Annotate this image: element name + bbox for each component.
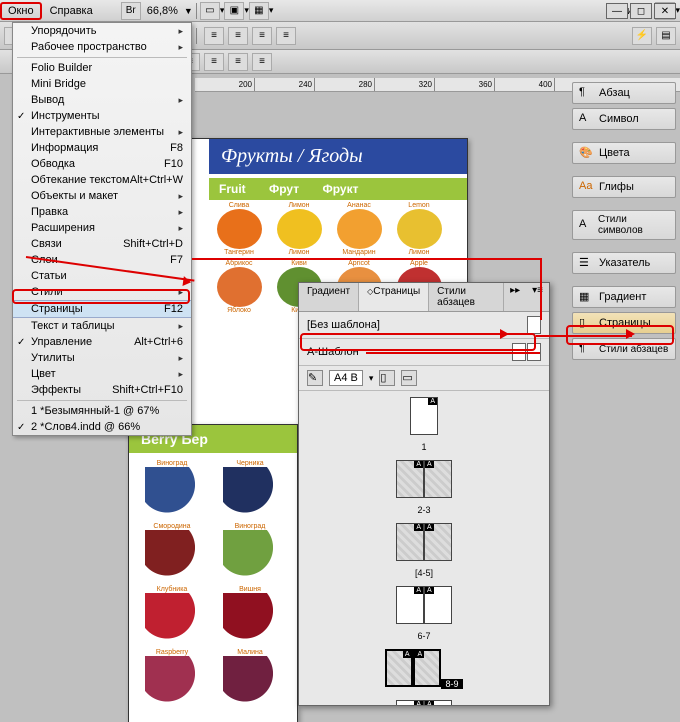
mi-color[interactable]: Цвет [13, 366, 191, 382]
page-spread[interactable]: AA2-3 [299, 460, 549, 515]
panel-glyphs[interactable]: AaГлифы [572, 176, 676, 198]
mi-control[interactable]: УправлениеAlt+Ctrl+6 [13, 334, 191, 350]
mi-arrange[interactable]: Упорядочить [13, 23, 191, 39]
mi-workspace[interactable]: Рабочее пространство [13, 39, 191, 55]
mi-pages[interactable]: СтраницыF12 [13, 300, 191, 318]
mi-doc2[interactable]: 2 *Слов4.indd @ 66% [13, 419, 191, 435]
fruit-bar: Fruit Фрут Фрукт [209, 178, 467, 200]
align-right-icon[interactable]: ≡ [252, 27, 272, 45]
mi-links[interactable]: СвязиShift+Ctrl+D [13, 236, 191, 252]
mi-extensions[interactable]: Расширения [13, 220, 191, 236]
berry-cell: Клубника [133, 583, 211, 646]
page-spread[interactable]: AA8-9 [299, 649, 549, 692]
size-edit-icon[interactable]: ✎ [307, 370, 323, 386]
window-dropdown: Упорядочить Рабочее пространство Folio B… [12, 22, 192, 436]
page-size-row: ✎ A4 В ▾ ▯ ▭ [299, 366, 549, 391]
window-controls: — ◻ ✕ [606, 3, 676, 19]
berry-cell: Вишня [211, 583, 289, 646]
align5-icon[interactable]: ≡ [252, 53, 272, 71]
document-page-2[interactable]: Berry Бер ВиноградЧерникаСмородинаВиногр… [128, 424, 298, 722]
panel-paragraph[interactable]: ¶Абзац [572, 82, 676, 104]
annotation-arrow [536, 335, 632, 337]
berry-cell: Виноград [133, 457, 211, 520]
tab-pages[interactable]: ◇Страницы [359, 283, 429, 311]
menu-help[interactable]: Справка [42, 3, 101, 19]
close-button[interactable]: ✕ [654, 3, 676, 19]
mi-objects[interactable]: Объекты и макет [13, 188, 191, 204]
page-spread[interactable]: AA[4-5] [299, 523, 549, 578]
page-size-select[interactable]: A4 В [329, 370, 363, 386]
panel-dock: ¶Абзац AСимвол 🎨Цвета AaГлифы AСтили сим… [572, 82, 676, 364]
berry-cell: Черника [211, 457, 289, 520]
bridge-icon[interactable]: Br [121, 2, 141, 20]
panel-character[interactable]: AСимвол [572, 108, 676, 130]
berry-cell: Смородина [133, 520, 211, 583]
tab-para-styles[interactable]: Стили абзацев [429, 283, 504, 311]
panel-para-styles[interactable]: ¶Стили абзацев [572, 338, 676, 360]
mi-tools[interactable]: Инструменты [13, 108, 191, 124]
zoom-level[interactable]: 66,8% [141, 5, 184, 17]
mi-styles[interactable]: Стили [13, 284, 191, 300]
pages-thumbnails[interactable]: A1 AA2-3 AA[4-5] AA6-7 AA8-9 AA10-11 [299, 391, 549, 705]
fruit-cell: АнанасМандарин [329, 200, 389, 258]
view-mode-icon[interactable]: ▭ [200, 2, 220, 20]
mi-interactive[interactable]: Интерактивные элементы [13, 124, 191, 140]
panel-pages[interactable]: ▯Страницы [572, 312, 676, 334]
menubar: Окно Справка Br 66,8% ▼ ▭ ▾ ▣ ▾ ▦ ▾ Книг… [0, 0, 680, 22]
align4-icon[interactable]: ≡ [228, 53, 248, 71]
page-spread[interactable]: A1 [299, 397, 549, 452]
pages-panel-tabs: Градиент ◇Страницы Стили абзацев ▸▸ ▾≡ [299, 283, 549, 312]
mi-folio[interactable]: Folio Builder [13, 60, 191, 76]
mi-effects[interactable]: ЭффектыShift+Ctrl+F10 [13, 382, 191, 398]
panel-menu-icon[interactable]: ▤ [656, 27, 676, 45]
mi-info[interactable]: ИнформацияF8 [13, 140, 191, 156]
page-banner: Фрукты / Ягоды [209, 139, 467, 174]
mi-minibridge[interactable]: Mini Bridge [13, 76, 191, 92]
mi-textwrap[interactable]: Обтекание текстомAlt+Ctrl+W [13, 172, 191, 188]
pages-panel: Градиент ◇Страницы Стили абзацев ▸▸ ▾≡ [… [298, 282, 550, 706]
fruit-cell: ЛимонЛимон [269, 200, 329, 258]
orient-landscape-icon[interactable]: ▭ [401, 370, 417, 386]
align-justify-icon[interactable]: ≡ [276, 27, 296, 45]
panel-collapse-icon[interactable]: ▸▸ [504, 283, 526, 311]
mi-doc1[interactable]: 1 *Безымянный-1 @ 67% [13, 403, 191, 419]
panel-index[interactable]: ☰Указатель [572, 252, 676, 274]
maximize-button[interactable]: ◻ [630, 3, 652, 19]
berry-cell: Raspberry [133, 646, 211, 709]
annotation-line [192, 258, 542, 260]
tab-gradient[interactable]: Градиент [299, 283, 359, 311]
mi-stroke[interactable]: ОбводкаF10 [13, 156, 191, 172]
annotation-line [366, 352, 540, 354]
arrow-head-icon [500, 329, 514, 339]
align3-icon[interactable]: ≡ [204, 53, 224, 71]
fruit-cell: АбрикосЯблоко [209, 258, 269, 316]
page-spread[interactable]: AA6-7 [299, 586, 549, 641]
mi-text-tables[interactable]: Текст и таблицы [13, 318, 191, 334]
align-left-icon[interactable]: ≡ [204, 27, 224, 45]
fruit-cell: СливаТангерин [209, 200, 269, 258]
panel-menu-icon[interactable]: ▾≡ [526, 283, 549, 311]
quick-apply-icon[interactable]: ⚡ [632, 27, 652, 45]
orient-portrait-icon[interactable]: ▯ [379, 370, 395, 386]
arrow-head-icon [626, 329, 640, 339]
minimize-button[interactable]: — [606, 3, 628, 19]
fruit-cell: LemonЛимон [389, 200, 449, 258]
align-center-icon[interactable]: ≡ [228, 27, 248, 45]
berry-grid: ВиноградЧерникаСмородинаВиноградКлубника… [129, 453, 297, 713]
page-spread[interactable]: AA10-11 [299, 700, 549, 705]
mi-edit[interactable]: Правка [13, 204, 191, 220]
berry-cell: Малина [211, 646, 289, 709]
mi-utilities[interactable]: Утилиты [13, 350, 191, 366]
arrange-icon[interactable]: ▦ [249, 2, 269, 20]
panel-gradient[interactable]: ▦Градиент [572, 286, 676, 308]
screen-mode-icon[interactable]: ▣ [224, 2, 244, 20]
berry-cell: Виноград [211, 520, 289, 583]
menu-window[interactable]: Окно [0, 2, 42, 20]
panel-colors[interactable]: 🎨Цвета [572, 142, 676, 164]
mi-output[interactable]: Вывод [13, 92, 191, 108]
panel-char-styles[interactable]: AСтили символов [572, 210, 676, 240]
annotation-line [540, 258, 542, 320]
